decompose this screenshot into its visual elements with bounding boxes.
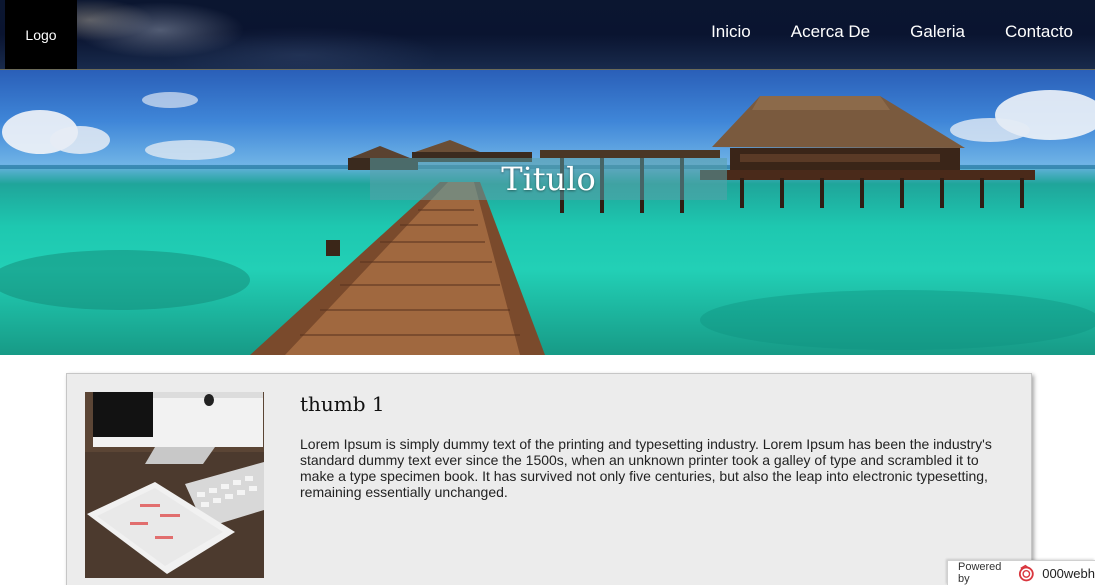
main-nav: Inicio Acerca De Galeria Contacto	[711, 22, 1073, 42]
hero-title-box: Titulo	[370, 158, 727, 200]
thumb-card: thumb 1 Lorem Ipsum is simply dummy text…	[66, 373, 1032, 585]
nav-item-inicio[interactable]: Inicio	[711, 22, 751, 42]
brand-logo-icon	[1018, 564, 1034, 582]
site-header: Logo Inicio Acerca De Galeria Contacto	[0, 0, 1095, 70]
powered-by-badge[interactable]: Powered by 000webh	[947, 560, 1095, 585]
powered-by-label: Powered by	[958, 561, 1002, 585]
nav-item-galeria[interactable]: Galeria	[910, 22, 965, 42]
page-title: Titulo	[501, 160, 596, 198]
card-title: thumb 1	[300, 392, 385, 416]
hero-image	[0, 90, 1095, 355]
desk-illustration	[85, 392, 264, 578]
hero-banner: Titulo	[0, 70, 1095, 355]
logo[interactable]: Logo	[5, 0, 77, 69]
brand-name: 000webh	[1042, 565, 1095, 581]
thumb-image	[85, 392, 264, 578]
card-text: Lorem Ipsum is simply dummy text of the …	[300, 436, 992, 500]
nav-item-acerca-de[interactable]: Acerca De	[791, 22, 870, 42]
nav-item-contacto[interactable]: Contacto	[1005, 22, 1073, 42]
